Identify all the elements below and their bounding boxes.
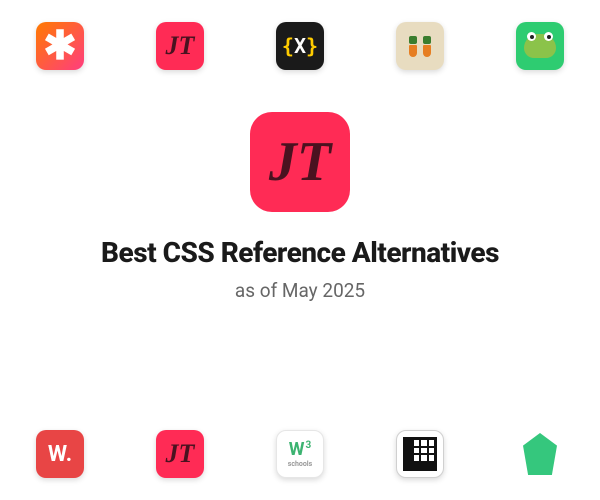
braces-icon: {X} (282, 34, 318, 58)
flexbox-froggy-icon[interactable] (516, 22, 564, 70)
learn-css-grid-icon[interactable] (396, 430, 444, 478)
w3-icon: W3 schools (288, 441, 313, 468)
carrot-icon (409, 36, 431, 57)
css-reference-icon-2[interactable]: JT (156, 430, 204, 478)
bulma-shape-icon (523, 433, 557, 475)
hero-section: JT Best CSS Reference Alternatives as of… (0, 112, 600, 302)
frog-icon (524, 34, 556, 58)
bottom-icons-row: W. JT W3 schools (0, 412, 600, 500)
page-subtitle: as of May 2025 (235, 279, 365, 302)
w-icon: W. (48, 442, 72, 467)
bulma-icon[interactable] (516, 430, 564, 478)
page-title: Best CSS Reference Alternatives (101, 236, 499, 269)
pi-icon: JT (166, 439, 195, 469)
css-battle-icon[interactable]: {X} (276, 22, 324, 70)
grid-icon (403, 437, 437, 471)
pi-icon-large: JT (269, 130, 331, 194)
w3schools-icon[interactable]: W3 schools (276, 430, 324, 478)
css-reference-icon[interactable]: JT (156, 22, 204, 70)
top-icons-row: ✱ JT {X} (0, 0, 600, 88)
hero-app-icon[interactable]: JT (250, 112, 350, 212)
pi-icon: JT (166, 31, 195, 61)
awwwards-icon[interactable]: W. (36, 430, 84, 478)
svg-backgrounds-icon[interactable]: ✱ (36, 22, 84, 70)
asterisk-icon: ✱ (43, 26, 77, 66)
grid-garden-icon[interactable] (396, 22, 444, 70)
